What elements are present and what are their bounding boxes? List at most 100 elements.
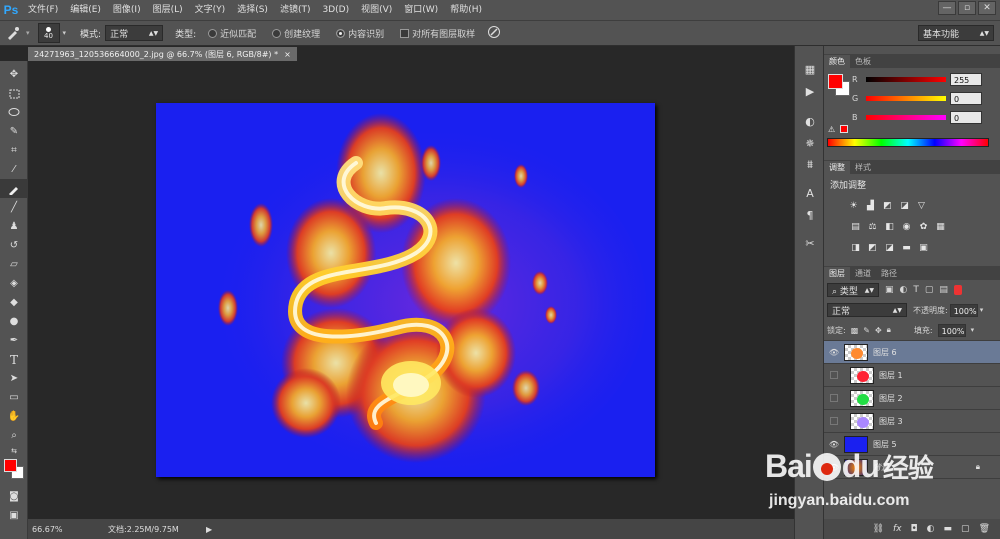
blue-value[interactable]: 0: [950, 111, 982, 124]
menu-view[interactable]: 视图(V): [355, 0, 398, 20]
visibility-toggle[interactable]: [830, 394, 838, 402]
menu-select[interactable]: 选择(S): [231, 0, 274, 20]
tab-styles[interactable]: 样式: [850, 161, 876, 174]
filter-toggle-icon[interactable]: [953, 285, 962, 295]
crop-tool-icon[interactable]: ⌗: [0, 141, 28, 160]
menu-type[interactable]: 文字(Y): [189, 0, 232, 20]
filter-adjust-icon[interactable]: ◐: [900, 285, 908, 295]
exposure-icon[interactable]: ◪: [899, 200, 910, 211]
layer-row[interactable]: 👁︎ 图层 6: [824, 341, 1000, 364]
dodge-tool-icon[interactable]: ●: [0, 312, 28, 331]
screen-mode-icon[interactable]: ▣: [0, 506, 28, 525]
channel-mixer-icon[interactable]: ✿: [918, 221, 929, 232]
visibility-toggle[interactable]: [830, 371, 838, 379]
gradient-map-icon[interactable]: ▬: [901, 242, 912, 253]
levels-icon[interactable]: ▟: [865, 200, 876, 211]
pen-tool-icon[interactable]: ✒: [0, 331, 28, 350]
quick-mask-icon[interactable]: ◙: [0, 487, 28, 506]
invert-icon[interactable]: ◨: [850, 242, 861, 253]
layer-row[interactable]: 图层 2: [824, 387, 1000, 410]
character-panel-icon[interactable]: A: [795, 182, 825, 204]
color-swatches[interactable]: [0, 457, 28, 487]
brightness-contrast-icon[interactable]: ☀: [848, 200, 859, 211]
hue-saturation-icon[interactable]: ▤: [850, 221, 861, 232]
close-button[interactable]: ✕: [978, 1, 996, 15]
filter-smart-icon[interactable]: ▤: [939, 285, 948, 295]
radio-proximity-match[interactable]: 近似匹配: [208, 27, 256, 40]
workspace-select[interactable]: 基本功能 ▲▼: [918, 25, 994, 41]
type-tool-icon[interactable]: T: [0, 350, 28, 369]
eraser-tool-icon[interactable]: ▱: [0, 255, 28, 274]
menu-window[interactable]: 窗口(W): [398, 0, 444, 20]
vibrance-icon[interactable]: ▽: [916, 200, 927, 211]
lock-position-icon[interactable]: ✥: [875, 326, 882, 335]
paint-bucket-tool-icon[interactable]: ◈: [0, 274, 28, 293]
blur-tool-icon[interactable]: ◆: [0, 293, 28, 312]
menu-help[interactable]: 帮助(H): [444, 0, 488, 20]
color-balance-icon[interactable]: ⚖: [867, 221, 878, 232]
tab-swatches[interactable]: 色板: [850, 55, 876, 68]
zoom-tool-icon[interactable]: ⌕: [0, 426, 28, 445]
layer-row[interactable]: 图层 3: [824, 410, 1000, 433]
opacity-arrow-icon[interactable]: ▾: [980, 306, 984, 314]
menu-3d[interactable]: 3D(D): [316, 0, 355, 20]
brush-preset-picker[interactable]: 40: [37, 23, 60, 43]
sample-all-layers-checkbox[interactable]: 对所有图层取样: [400, 27, 475, 40]
posterize-icon[interactable]: ◩: [867, 242, 878, 253]
menu-edit[interactable]: 编辑(E): [64, 0, 107, 20]
color-lookup-icon[interactable]: ▦: [935, 221, 946, 232]
minimize-button[interactable]: —: [938, 1, 956, 15]
layer-row[interactable]: 图层 1: [824, 364, 1000, 387]
marquee-tool-icon[interactable]: [0, 84, 28, 103]
filter-pixel-icon[interactable]: ▣: [885, 285, 894, 295]
opacity-input[interactable]: 100%: [949, 303, 978, 317]
threshold-icon[interactable]: ◪: [884, 242, 895, 253]
color-spectrum-ramp[interactable]: [827, 138, 989, 147]
lock-transparent-icon[interactable]: ▩: [851, 326, 859, 335]
move-tool-icon[interactable]: ✥: [0, 65, 28, 84]
blend-mode-select[interactable]: 正常 ▲▼: [827, 303, 907, 317]
swap-colors-icon[interactable]: ⇆: [0, 445, 28, 457]
menu-filter[interactable]: 滤镜(T): [274, 0, 317, 20]
lock-pixels-icon[interactable]: ✎: [863, 326, 870, 335]
radio-content-aware[interactable]: 内容识别: [336, 27, 384, 40]
spot-healing-brush-icon[interactable]: [0, 26, 26, 40]
close-tab-icon[interactable]: ×: [284, 50, 291, 59]
brush-tool-icon[interactable]: ╱: [0, 198, 28, 217]
green-value[interactable]: 0: [950, 92, 982, 105]
hand-tool-icon[interactable]: ✋: [0, 407, 28, 426]
tool-presets-panel-icon[interactable]: ✂: [795, 232, 825, 254]
fill-input[interactable]: 100%: [937, 323, 966, 337]
tab-adjustments[interactable]: 调整: [824, 161, 850, 174]
actions-panel-icon[interactable]: ▶: [795, 80, 825, 102]
slider-blue[interactable]: B 0: [852, 108, 982, 127]
menu-image[interactable]: 图像(I): [107, 0, 147, 20]
tab-layers[interactable]: 图层: [824, 267, 850, 280]
curves-icon[interactable]: ◩: [882, 200, 893, 211]
slider-red[interactable]: R 255: [852, 70, 982, 89]
pressure-size-icon[interactable]: [487, 25, 501, 42]
quick-selection-tool-icon[interactable]: ✎: [0, 122, 28, 141]
history-panel-icon[interactable]: ▦: [795, 58, 825, 80]
mode-select[interactable]: 正常 ▲▼: [105, 25, 164, 41]
paragraph-panel-icon[interactable]: ¶: [795, 204, 825, 226]
tab-channels[interactable]: 通道: [850, 267, 876, 280]
tab-paths[interactable]: 路径: [876, 267, 902, 280]
selective-color-icon[interactable]: ▣: [918, 242, 929, 253]
red-value[interactable]: 255: [950, 73, 982, 86]
status-menu-arrow-icon[interactable]: ▶: [206, 525, 212, 534]
filter-type-icon[interactable]: T: [913, 285, 919, 295]
foreground-color-swatch[interactable]: [4, 459, 17, 472]
panel-fg-swatch[interactable]: [828, 74, 843, 89]
radio-create-texture[interactable]: 创建纹理: [272, 27, 320, 40]
menu-layer[interactable]: 图层(L): [147, 0, 189, 20]
layer-filter-select[interactable]: ⌕ 类型 ▲▼: [827, 283, 879, 297]
brush-panel-icon[interactable]: ✵: [795, 132, 825, 154]
zoom-level[interactable]: 66.67%: [28, 525, 82, 534]
document-tab[interactable]: 24271963_120536664000_2.jpg @ 66.7% (图层 …: [28, 47, 297, 61]
history-brush-tool-icon[interactable]: ↺: [0, 236, 28, 255]
menu-file[interactable]: 文件(F): [22, 0, 64, 20]
slider-green[interactable]: G 0: [852, 89, 982, 108]
properties-panel-icon[interactable]: ◐: [795, 110, 825, 132]
healing-brush-tool-icon[interactable]: [0, 179, 28, 198]
